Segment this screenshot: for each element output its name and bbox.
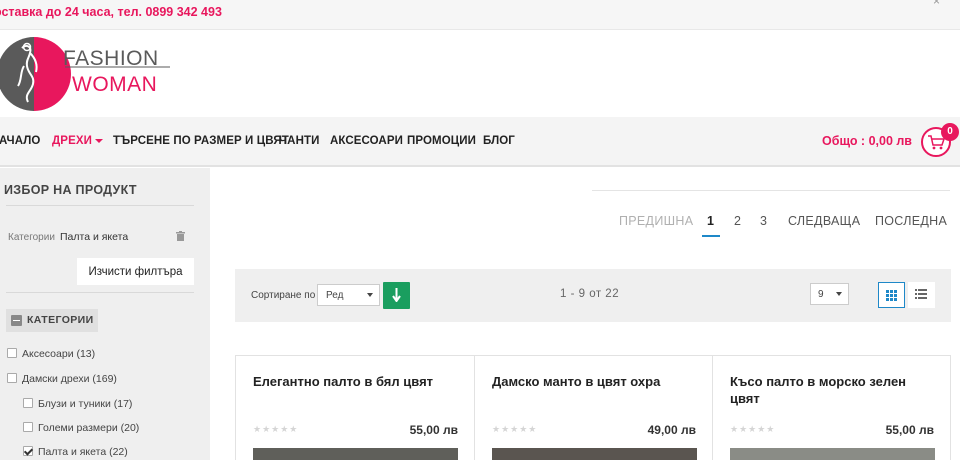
sidebar-title: ИЗБОР НА ПРОДУКТ	[4, 183, 137, 197]
product-name[interactable]: Късо палто в морско зелен цвят	[730, 373, 935, 407]
results-range: 1 - 9 от 22	[560, 288, 620, 300]
collapse-icon	[11, 315, 22, 326]
category-label: Палта и якета (22)	[38, 446, 128, 458]
nav-item-clothes-label: ДРЕХИ	[52, 135, 92, 147]
pagination-page-1[interactable]: 1	[707, 214, 714, 228]
sort-label: Сортиране по	[251, 290, 316, 301]
rating-stars-icon: ★★★★★	[492, 424, 538, 434]
list-icon	[915, 289, 927, 299]
per-page-value: 9	[818, 289, 824, 300]
close-icon[interactable]: ×	[933, 0, 940, 8]
sort-toolbar: Сортиране по Ред 1 - 9 от 22 9	[235, 269, 951, 322]
nav-item-blog[interactable]: БЛОГ	[483, 135, 515, 147]
product-price: 49,00 лв	[647, 423, 696, 437]
checkbox[interactable]	[7, 348, 17, 358]
grid-view-button[interactable]	[878, 282, 905, 308]
product-card[interactable]: Късо палто в морско зелен цвят ★★★★★ 55,…	[712, 356, 950, 460]
site-logo[interactable]: FASHION WOMAN	[0, 36, 210, 112]
logo-text-fashion: FASHION	[63, 47, 159, 70]
filter-sidebar: ИЗБОР НА ПРОДУКТ Категории Палта и якета…	[0, 168, 210, 460]
clear-filter-button[interactable]: Изчисти филтъра	[77, 258, 194, 285]
pagination-page-2[interactable]: 2	[734, 214, 741, 228]
divider	[6, 292, 194, 293]
categories-toggle[interactable]: КАТЕГОРИИ	[6, 309, 98, 332]
product-card[interactable]: Дамско манто в цвят охра ★★★★★ 49,00 лв	[474, 356, 712, 460]
nav-item-promotions[interactable]: ПРОМОЦИИ	[407, 135, 476, 147]
main-navigation: АЧАЛО ДРЕХИ ТЪРСЕНЕ ПО РАЗМЕР И ЦВЯТ ЧАН…	[0, 117, 960, 167]
category-label: Блузи и туники (17)	[38, 398, 133, 410]
pagination-page-3[interactable]: 3	[760, 214, 767, 228]
product-price: 55,00 лв	[409, 423, 458, 437]
divider	[592, 190, 950, 191]
list-view-button[interactable]	[908, 282, 935, 308]
product-name[interactable]: Дамско манто в цвят охра	[492, 373, 697, 390]
active-filter-value: Палта и якета	[60, 231, 129, 243]
product-price: 55,00 лв	[885, 423, 934, 437]
sort-select[interactable]: Ред	[317, 284, 380, 306]
grid-icon	[886, 290, 897, 301]
category-label: Големи размери (20)	[38, 422, 140, 434]
product-image[interactable]	[730, 448, 935, 460]
delivery-info: оставка до 24 часа, тел. 0899 342 493	[0, 5, 222, 19]
trash-icon[interactable]	[176, 231, 185, 241]
chevron-down-icon	[94, 138, 103, 143]
checkbox-checked[interactable]	[23, 446, 33, 456]
product-image[interactable]	[253, 448, 458, 460]
fashion-woman-logo-icon: FASHION WOMAN	[0, 37, 170, 111]
sort-direction-button[interactable]	[383, 282, 410, 309]
checkbox[interactable]	[23, 398, 33, 408]
active-filter-key: Категории	[8, 232, 55, 243]
nav-item-home[interactable]: АЧАЛО	[0, 135, 40, 147]
chevron-down-icon	[836, 292, 842, 296]
category-label: Дамски дрехи (169)	[22, 373, 117, 385]
rating-stars-icon: ★★★★★	[730, 424, 776, 434]
product-image[interactable]	[492, 448, 697, 460]
pagination-last[interactable]: ПОСЛЕДНА	[875, 214, 947, 228]
divider	[6, 205, 194, 206]
pagination-next[interactable]: СЛЕДВАЩА	[788, 214, 860, 228]
per-page-select[interactable]: 9	[810, 283, 849, 305]
nav-item-clothes[interactable]: ДРЕХИ	[52, 135, 103, 147]
logo-text-woman: WOMAN	[72, 73, 157, 96]
nav-item-bags[interactable]: ЧАНТИ	[279, 135, 319, 147]
sort-select-value: Ред	[326, 290, 344, 301]
checkbox[interactable]	[7, 373, 17, 383]
product-grid: Елегантно палто в бял цвят ★★★★★ 55,00 л…	[235, 355, 951, 460]
top-bar: оставка до 24 часа, тел. 0899 342 493 ×	[0, 0, 960, 30]
rating-stars-icon: ★★★★★	[253, 424, 299, 434]
category-checkbox-women-clothes[interactable]: Дамски дрехи (169)	[7, 373, 117, 385]
current-page-indicator	[702, 235, 720, 237]
pagination-prev[interactable]: ПРЕДИШНА	[619, 214, 693, 228]
product-card[interactable]: Елегантно палто в бял цвят ★★★★★ 55,00 л…	[236, 356, 474, 460]
cart-count-badge: 0	[941, 123, 959, 141]
category-checkbox-blouses[interactable]: Блузи и туники (17)	[23, 398, 132, 410]
chevron-down-icon	[367, 293, 373, 297]
nav-item-accessories[interactable]: АКСЕСОАРИ	[330, 135, 403, 147]
category-checkbox-coats-jackets[interactable]: Палта и якета (22)	[23, 446, 128, 458]
arrow-down-icon	[392, 288, 401, 302]
product-name[interactable]: Елегантно палто в бял цвят	[253, 373, 458, 390]
nav-item-search-size-color[interactable]: ТЪРСЕНЕ ПО РАЗМЕР И ЦВЯТ	[113, 135, 289, 147]
categories-heading: КАТЕГОРИИ	[27, 314, 94, 326]
cart-total[interactable]: Общо : 0,00 лв	[822, 134, 912, 148]
category-label: Аксесоари (13)	[22, 348, 96, 360]
checkbox[interactable]	[23, 422, 33, 432]
category-checkbox-plus-sizes[interactable]: Големи размери (20)	[23, 422, 139, 434]
category-checkbox-accessories[interactable]: Аксесоари (13)	[7, 348, 95, 360]
